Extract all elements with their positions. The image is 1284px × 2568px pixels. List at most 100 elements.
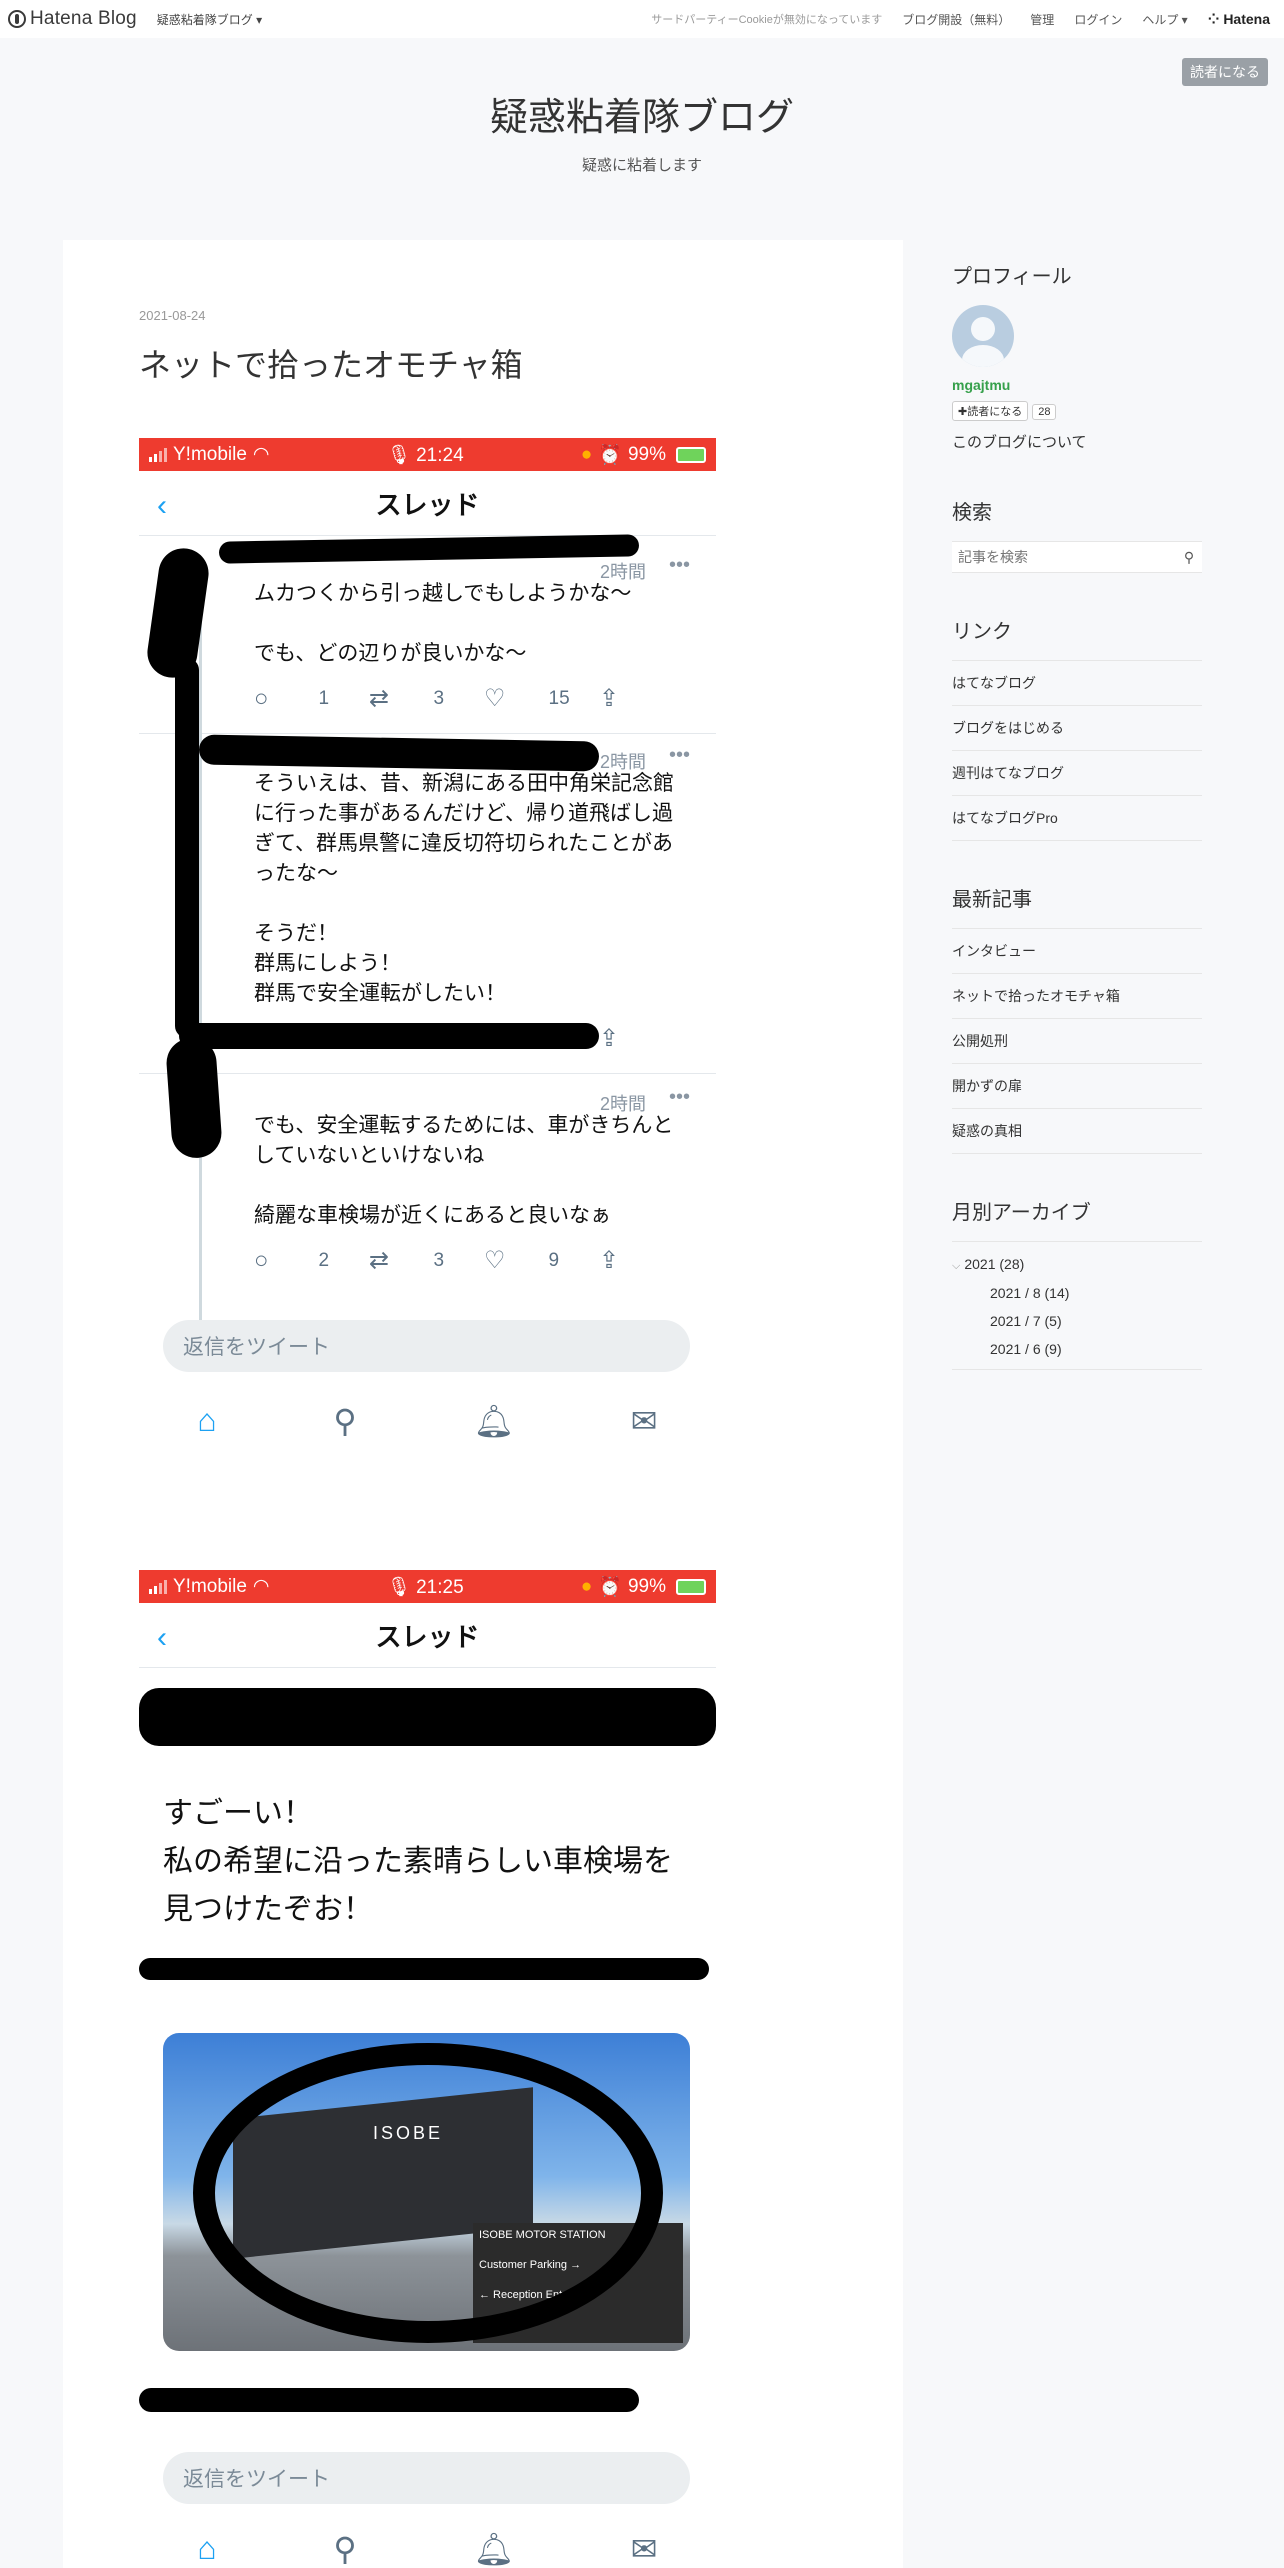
reply-action[interactable]: ○ 1 (254, 685, 369, 713)
sidebar: プロフィール mgajtmu ✚ 読者になる28 このブログについて 検索 ⚲ … (952, 240, 1202, 1370)
redaction-scribble (175, 658, 199, 1038)
header-right: サードパーティーCookieが無効になっています ブログ開設（無料） 管理 ログ… (651, 11, 1270, 28)
mail-icon[interactable]: ✉ (631, 2530, 658, 2568)
heart-icon: ♡ (484, 685, 506, 712)
link-item[interactable]: はてなブログ (952, 661, 1202, 706)
blog-description: 疑惑に粘着します (581, 157, 702, 174)
logo-text: Hatena Blog (30, 8, 137, 29)
thread-title: スレッド (375, 489, 480, 520)
tweet-time: 2時間 (599, 562, 646, 582)
cookie-notice[interactable]: サードパーティーCookieが無効になっています (651, 11, 882, 27)
about-link[interactable]: このブログについて (952, 431, 1202, 452)
tweet-text: すごーい！ 私の希望に沿った素晴らしい車検場を見つけたぞお！ (163, 1796, 673, 1927)
search-icon[interactable]: ⚲ (333, 1402, 356, 1440)
archive-month[interactable]: 2021 / 8 (14) (990, 1285, 1202, 1301)
home-icon[interactable]: ⌂ (197, 2530, 216, 2568)
more-icon[interactable]: ••• (669, 554, 690, 577)
tweet-text: そういえは、昔、新潟にある田中角栄記念館に行った事があるんだけど、帰り道飛ばし過… (254, 771, 674, 1005)
search-input[interactable] (952, 549, 1176, 565)
sidebar-subscribe-button[interactable]: ✚ 読者になる (952, 401, 1029, 421)
clock-time: 21:25 (416, 1576, 464, 1598)
bell-icon[interactable]: 🔔︎ (473, 2530, 514, 2568)
link-item[interactable]: ブログをはじめる (952, 706, 1202, 751)
tweet[interactable]: 2時間 ••• ムカつくから引っ越しでもしようかな〜 でも、どの辺りが良いかな〜… (139, 554, 716, 713)
archive-heading: 月別アーカイブ (952, 1200, 1091, 1224)
thread-title: スレッド (375, 1621, 480, 1652)
back-icon[interactable]: ‹ (157, 1621, 167, 1655)
hatena-menu[interactable]: ⁘ Hatena (1208, 11, 1270, 28)
recent-item[interactable]: 公開処刑 (952, 1019, 1202, 1064)
redaction-scribble (164, 1036, 224, 1160)
link-card-image[interactable]: ISOBE ISOBE MOTOR STATION Customer Parki… (163, 2033, 690, 2351)
archive-month[interactable]: 2021 / 6 (9) (990, 1341, 1202, 1357)
archive-month[interactable]: 2021 / 7 (5) (990, 1313, 1202, 1329)
wifi-icon: ◠ (252, 444, 270, 465)
tweet[interactable]: 2時間 ••• でも、安全運転するためには、車がきちんとしていないといけないね … (139, 1086, 716, 1275)
login-link[interactable]: ログイン (1074, 11, 1122, 28)
tweet-screenshot-2: Y!mobile ◠ 🎙 21:25 ● ⏰ 99% ‹ スレッド すごーい！ … (139, 1570, 716, 2568)
help-menu[interactable]: ヘルプ ▾ (1142, 11, 1187, 28)
entry-title[interactable]: ネットで拾ったオモチャ箱 (139, 340, 523, 386)
retweet-action[interactable]: ⇄3 (369, 1246, 484, 1275)
reply-count: 1 (318, 687, 330, 709)
reply-input[interactable]: 返信をツイート (163, 1320, 690, 1372)
share-action[interactable]: ⇪ (599, 1024, 714, 1053)
search-icon[interactable]: ⚲ (1176, 549, 1202, 566)
like-action[interactable]: ♡ 15 (484, 684, 599, 713)
archive-year[interactable]: ⌵ 2021 (28) (952, 1256, 1202, 1273)
wifi-icon: ◠ (252, 1576, 270, 1597)
reply-input[interactable]: 返信をツイート (163, 2452, 690, 2504)
share-action[interactable]: ⇪ (599, 1246, 714, 1275)
subscribe-label: 読者になる (967, 406, 1023, 418)
tweet-time: 2時間 (599, 752, 646, 772)
link-item[interactable]: はてなブログPro (952, 796, 1202, 841)
retweet-count: 3 (433, 1249, 445, 1271)
link-list: はてなブログ ブログをはじめる 週刊はてなブログ はてなブログPro (952, 660, 1202, 841)
like-action[interactable]: ♡ 9 (484, 1246, 599, 1275)
tweet-actions: ○ 2 ⇄ 3 ♡ 9 ⇪ (254, 1246, 692, 1275)
status-right: ● ⏰ 99% (581, 443, 706, 467)
archive-year-label: 2021 (28) (964, 1256, 1025, 1272)
retweet-icon: ⇄ (369, 1247, 390, 1274)
tweet-time: 2時間 (599, 1094, 646, 1114)
back-icon[interactable]: ‹ (157, 489, 167, 523)
blog-title[interactable]: 疑惑粘着隊ブログ (0, 86, 1284, 141)
entry-main: 2021-08-24 ネットで拾ったオモチャ箱 Y!mobile ◠ 🎙 21:… (63, 240, 903, 2568)
subscribe-button[interactable]: 読者になる (1182, 58, 1268, 86)
recent-item[interactable]: 疑惑の真相 (952, 1109, 1202, 1154)
more-icon[interactable]: ••• (669, 1086, 690, 1109)
hatena-blog-logo[interactable]: Hatena Blog (8, 8, 137, 30)
battery-percent: 99% (627, 443, 666, 465)
recent-heading: 最新記事 (952, 887, 1032, 911)
home-icon[interactable]: ⌂ (197, 1402, 216, 1440)
hatena-label: Hatena (1223, 10, 1270, 27)
share-action[interactable]: ⇪ (599, 684, 714, 713)
manage-link[interactable]: 管理 (1030, 11, 1054, 28)
more-icon[interactable]: ••• (669, 744, 690, 767)
mail-icon[interactable]: ✉ (631, 1402, 658, 1440)
recent-item[interactable]: インタビュー (952, 929, 1202, 974)
search-module: 検索 ⚲ (952, 496, 1202, 573)
profile-username[interactable]: mgajtmu (952, 377, 1202, 393)
subscriber-count[interactable]: 28 (1032, 403, 1057, 420)
link-item[interactable]: 週刊はてなブログ (952, 751, 1202, 796)
clock: 🎙 21:25 (386, 1576, 464, 1598)
search-icon[interactable]: ⚲ (333, 2530, 356, 2568)
global-header: Hatena Blog 疑惑粘着隊ブログ ▾ サードパーティーCookieが無効… (0, 0, 1284, 38)
blog-menu[interactable]: 疑惑粘着隊ブログ ▾ (157, 11, 262, 28)
like-count: 9 (548, 1249, 560, 1271)
retweet-count: 3 (433, 687, 445, 709)
share-icon: ⇪ (599, 685, 620, 712)
reply-action[interactable]: ○2 (254, 1247, 369, 1275)
recent-item[interactable]: 開かずの扉 (952, 1064, 1202, 1109)
tweet[interactable]: 2時間 ••• そういえは、昔、新潟にある田中角栄記念館に行った事があるんだけど… (139, 744, 716, 1053)
thread-navbar: ‹ スレッド (139, 471, 716, 536)
start-blog-link[interactable]: ブログ開設（無料） (902, 11, 1010, 28)
entry-date[interactable]: 2021-08-24 (139, 308, 206, 323)
recent-item[interactable]: ネットで拾ったオモチャ箱 (952, 974, 1202, 1019)
battery-icon (676, 446, 706, 463)
avatar[interactable] (952, 305, 1014, 367)
archive-module: 月別アーカイブ ⌵ 2021 (28) 2021 / 8 (14) 2021 / … (952, 1196, 1202, 1370)
retweet-action[interactable]: ⇄3 (369, 684, 484, 713)
bell-icon[interactable]: 🔔︎ (473, 1402, 514, 1440)
